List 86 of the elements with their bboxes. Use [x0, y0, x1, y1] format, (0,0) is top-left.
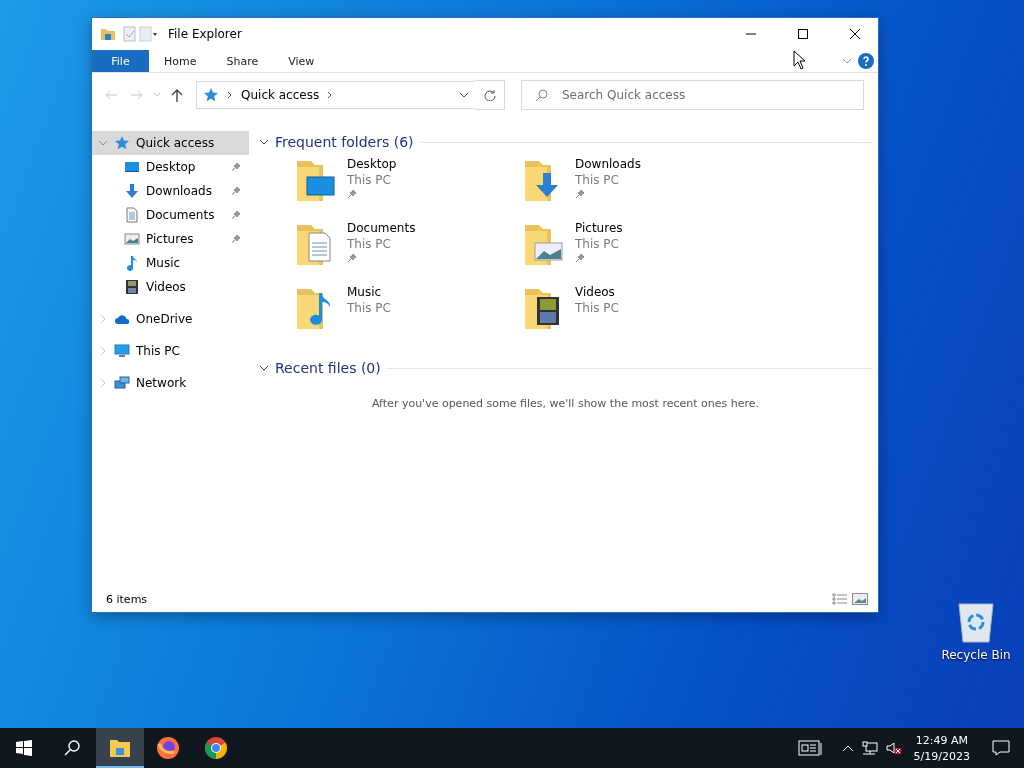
folder-name: Pictures: [575, 221, 623, 235]
maximize-icon[interactable]: [798, 29, 808, 39]
pin-icon: [231, 234, 241, 244]
folder-tile[interactable]: Videos This PC: [523, 285, 751, 343]
news-icon[interactable]: [797, 740, 822, 756]
windows-logo-icon[interactable]: [16, 740, 32, 756]
pin-icon: [231, 186, 241, 196]
folder-location: This PC: [575, 237, 620, 251]
pin-icon: [347, 189, 357, 199]
empty-message: After you've opened some files, we'll show the most recent ones here.: [372, 397, 759, 410]
folder-icon[interactable]: [109, 738, 131, 758]
folder-tile[interactable]: Music This PC: [295, 285, 523, 343]
speech-bubble-icon[interactable]: [992, 740, 1010, 756]
folder-name: Desktop: [347, 157, 397, 171]
star-icon: [114, 135, 130, 151]
fox-globe-icon[interactable]: [156, 736, 180, 760]
refresh-icon[interactable]: [483, 89, 496, 101]
nav-item[interactable]: This PC: [92, 339, 249, 363]
folder-tile[interactable]: Pictures This PC: [523, 221, 751, 279]
pin-icon: [347, 253, 357, 263]
chevron-down-icon[interactable]: [259, 137, 269, 147]
folder-location: This PC: [575, 301, 619, 315]
chevron-down-icon[interactable]: [459, 91, 469, 99]
nav-item[interactable]: Downloads: [92, 179, 249, 203]
folder-name: Videos: [575, 285, 616, 299]
close-icon[interactable]: [850, 29, 860, 39]
pin-icon: [231, 210, 241, 220]
nav-item[interactable]: Music: [92, 251, 249, 275]
folder-name: Documents: [347, 221, 416, 235]
chevron-up-icon[interactable]: [841, 744, 854, 752]
desktop-icon: [124, 159, 140, 175]
clock[interactable]: 12:49 AM 5/19/2023: [905, 728, 978, 768]
group-heading[interactable]: Frequent folders (6): [275, 134, 414, 150]
nav-item[interactable]: Desktop: [92, 155, 249, 179]
refresh-button[interactable]: [475, 80, 505, 110]
music-note-icon: [124, 255, 140, 271]
pin-icon: [231, 162, 241, 172]
search-icon: [535, 89, 548, 102]
pin-icon: [575, 253, 585, 263]
nav-item[interactable]: Documents: [92, 203, 249, 227]
nav-item[interactable]: Videos: [92, 275, 249, 299]
recycle-bin-icon: [956, 600, 996, 644]
pin-icon: [575, 189, 585, 199]
ribbon-tab[interactable]: View: [273, 50, 330, 72]
folder-location: This PC: [347, 237, 392, 251]
group-heading[interactable]: Recent files (0): [275, 360, 381, 376]
taskbar-app-button[interactable]: [96, 728, 144, 768]
folder-location: This PC: [575, 173, 620, 187]
film-icon: [124, 279, 140, 295]
chevron-down-icon[interactable]: [259, 363, 269, 373]
ribbon-tab[interactable]: File: [92, 50, 149, 72]
folder-location: This PC: [347, 301, 391, 315]
item-count: 6 items: [106, 592, 149, 606]
desktop-shortcut[interactable]: Recycle Bin: [938, 600, 1014, 662]
mouse-cursor-icon: [793, 50, 807, 70]
search-icon[interactable]: [64, 740, 80, 756]
nav-item[interactable]: Quick access: [92, 131, 249, 155]
picture-icon: [124, 231, 140, 247]
up-arrow-icon[interactable]: [171, 88, 183, 102]
address-bar[interactable]: Quick access: [196, 81, 476, 109]
search-field[interactable]: Search Quick access: [521, 80, 864, 110]
nav-item[interactable]: Pictures: [92, 227, 249, 251]
nav-item[interactable]: OneDrive: [92, 307, 249, 331]
help-icon[interactable]: [858, 53, 874, 69]
folder-tile[interactable]: Downloads This PC: [523, 157, 751, 215]
document-icon: [124, 207, 140, 223]
folder-tile[interactable]: Desktop This PC: [295, 157, 523, 215]
folder-name: Downloads: [575, 157, 641, 171]
chevron-right-icon[interactable]: [327, 91, 334, 99]
network-icon: [114, 375, 130, 391]
nav-item[interactable]: Network: [92, 371, 249, 395]
monitor-icon: [114, 343, 130, 359]
folder-name: Music: [347, 285, 383, 299]
address-text[interactable]: Quick access: [241, 88, 320, 102]
volume-muted-icon[interactable]: [885, 741, 902, 755]
folder-location: This PC: [347, 173, 392, 187]
network-icon[interactable]: [861, 741, 878, 755]
down-arrow-icon: [124, 183, 140, 199]
ribbon-tab[interactable]: Share: [211, 50, 274, 72]
chevron-right-icon: [227, 91, 233, 99]
star-icon: [203, 87, 219, 103]
chrome-icon[interactable]: [204, 736, 228, 760]
folder-tile[interactable]: Documents This PC: [295, 221, 523, 279]
ribbon-tab[interactable]: Home: [149, 50, 212, 72]
window-title: File Explorer: [168, 27, 243, 41]
folder-icon: [100, 26, 116, 42]
